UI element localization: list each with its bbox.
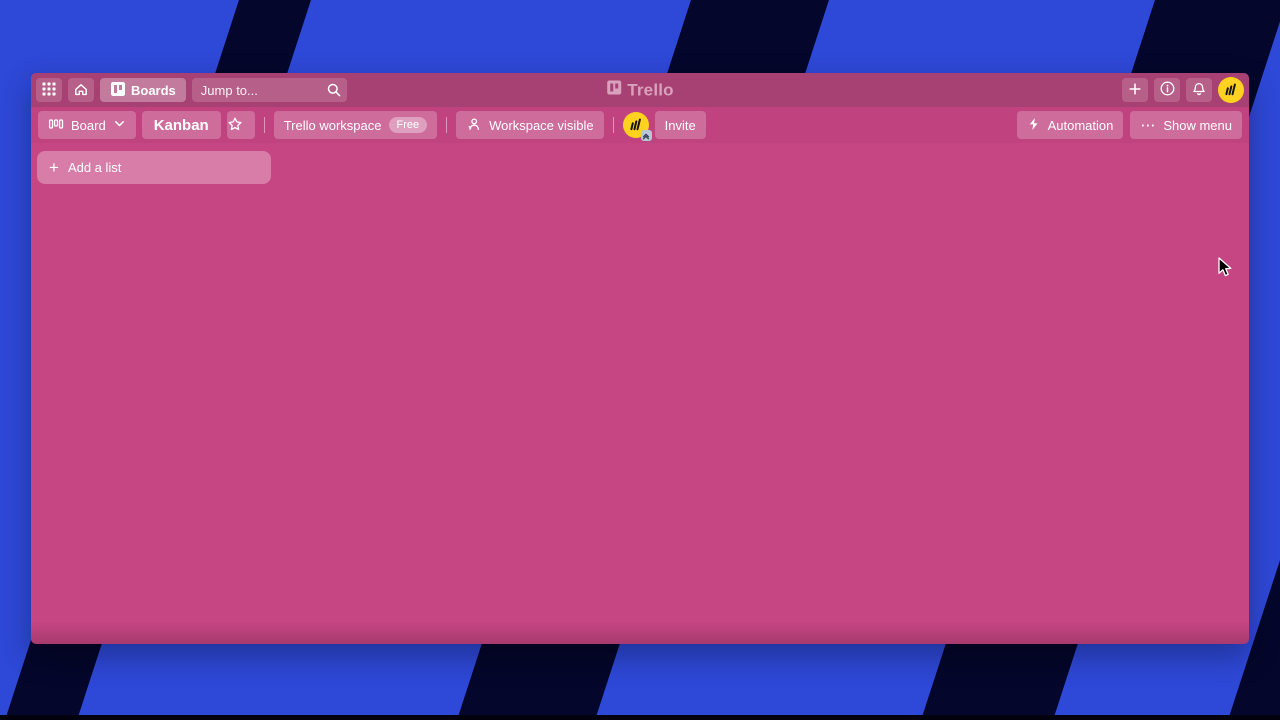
top-nav-right: [1122, 77, 1244, 103]
jump-to-search: [192, 78, 347, 102]
notifications-button[interactable]: [1186, 78, 1212, 102]
app-switcher-button[interactable]: [36, 78, 62, 102]
automation-button[interactable]: Automation: [1017, 111, 1124, 139]
board-view-switcher[interactable]: Board: [38, 111, 136, 139]
invite-label: Invite: [665, 118, 696, 133]
background-bottom-edge: [0, 715, 1280, 720]
boards-button-label: Boards: [131, 83, 176, 98]
workspace-name: Trello workspace: [284, 118, 382, 133]
divider: [264, 117, 265, 133]
admin-badge-icon: [641, 130, 652, 141]
star-icon: [227, 116, 243, 135]
info-icon: [1159, 80, 1176, 100]
home-icon: [73, 81, 89, 100]
trello-logo: Trello: [606, 80, 674, 101]
trello-window: Boards Trello: [31, 73, 1249, 644]
star-board-button[interactable]: [227, 111, 255, 139]
add-list-button[interactable]: + Add a list: [37, 151, 271, 184]
visibility-button[interactable]: Workspace visible: [456, 111, 604, 139]
board-header-bar: Board Kanban Trello workspace Free: [31, 107, 1249, 143]
trello-logo-text: Trello: [627, 80, 674, 100]
member-avatar[interactable]: [623, 112, 649, 138]
bell-icon: [1191, 81, 1207, 100]
workspace-button[interactable]: Trello workspace Free: [274, 111, 437, 139]
info-button[interactable]: [1154, 78, 1180, 102]
board-header-right: Automation ⋯ Show menu: [1017, 111, 1242, 139]
plan-badge: Free: [389, 117, 428, 133]
ellipsis-icon: ⋯: [1140, 118, 1156, 133]
show-menu-button[interactable]: ⋯ Show menu: [1130, 111, 1242, 139]
trello-logo-icon: [606, 80, 622, 101]
add-list-label: Add a list: [68, 160, 121, 175]
home-button[interactable]: [68, 78, 94, 102]
plus-icon: [1127, 81, 1143, 100]
top-nav-bar: Boards Trello: [31, 73, 1249, 107]
board-view-icon: [48, 116, 64, 135]
create-button[interactable]: [1122, 78, 1148, 102]
user-avatar[interactable]: [1218, 77, 1244, 103]
show-menu-label: Show menu: [1163, 118, 1232, 133]
boards-button[interactable]: Boards: [100, 78, 186, 102]
plus-icon: +: [49, 159, 59, 176]
visibility-label: Workspace visible: [489, 118, 594, 133]
invite-button[interactable]: Invite: [655, 111, 706, 139]
apps-grid-icon: [41, 81, 57, 100]
board-name: Kanban: [154, 117, 209, 134]
divider: [613, 117, 614, 133]
board-name-button[interactable]: Kanban: [142, 111, 221, 139]
search-input[interactable]: [192, 78, 347, 102]
board-canvas: + Add a list: [31, 143, 1249, 644]
divider: [446, 117, 447, 133]
chevron-down-icon: [113, 117, 126, 133]
person-icon: [466, 116, 482, 135]
miro-logo-icon: [1223, 81, 1239, 100]
board-glyph-icon: [110, 81, 126, 100]
automation-label: Automation: [1048, 118, 1114, 133]
board-view-label: Board: [71, 118, 106, 133]
lightning-icon: [1027, 117, 1041, 134]
